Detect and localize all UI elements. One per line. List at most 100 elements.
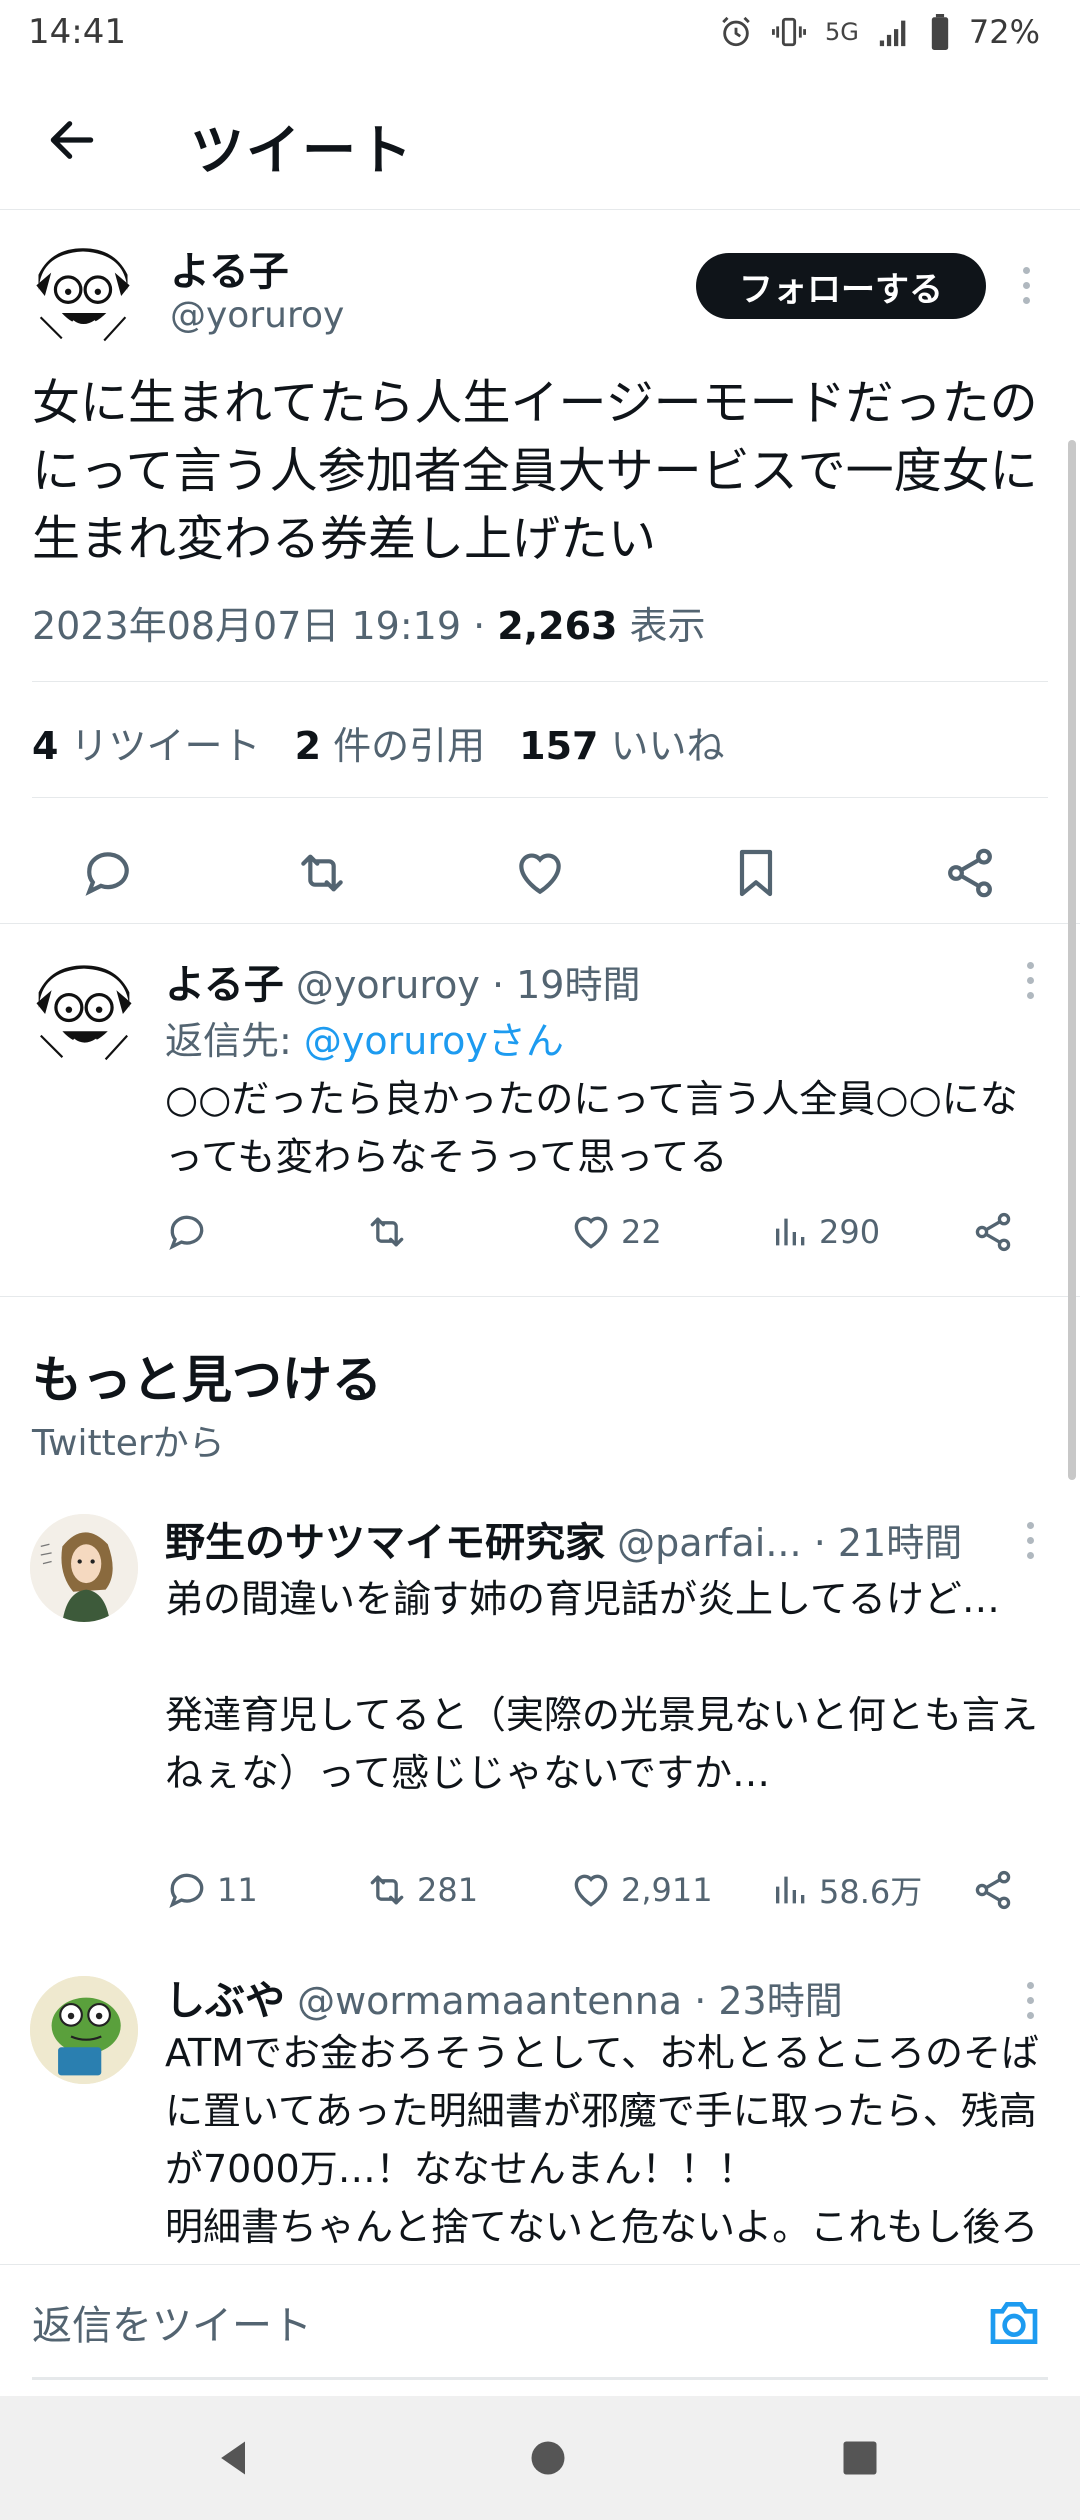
heart-icon: [574, 1874, 608, 1907]
share-button[interactable]: [942, 845, 998, 901]
cartoon-face-icon: [30, 960, 138, 1068]
back-arrow-icon: [50, 121, 94, 159]
reply-actions: 22 290: [165, 1204, 1045, 1260]
discover-header: 野生のサツマイモ研究家 @parfai... · 21時間: [165, 1510, 962, 1568]
heart-icon: [574, 1216, 608, 1249]
app-header: ツイート: [0, 68, 1080, 210]
views-chart-icon: [776, 1876, 805, 1904]
likes-stat[interactable]: 157 いいね: [519, 715, 724, 770]
more-options-icon[interactable]: [1016, 267, 1036, 304]
reply-icon: [169, 1215, 204, 1251]
discover-tweet[interactable]: しぶや @wormamaantenna · 23時間 ATMでお金おろそうとして…: [0, 1960, 1080, 2264]
like-button[interactable]: 22: [569, 1204, 662, 1260]
battery-icon: [929, 14, 951, 50]
discover-title: もっと見つける: [32, 1351, 382, 1409]
follow-button[interactable]: フォローする: [696, 253, 986, 319]
reply-icon: [85, 852, 129, 896]
circle-home-icon: [531, 2441, 565, 2475]
views-button[interactable]: 58.6万: [771, 1862, 922, 1918]
more-options-icon[interactable]: [1020, 1522, 1040, 1559]
more-options-icon[interactable]: [1020, 962, 1040, 999]
nav-back-button[interactable]: [212, 2436, 256, 2480]
views-chart-icon: [776, 1218, 805, 1246]
square-recents-icon: [843, 2441, 877, 2475]
retweets-stat[interactable]: 4 リツイート: [32, 715, 261, 770]
divider: [32, 797, 1048, 798]
retweet-icon: [370, 1875, 404, 1905]
reply-text: ○○だったら良かったのにって言う人全員○○になっても変わらなそうって思ってる: [165, 1077, 1018, 1179]
discover-handle: @wormamaantenna: [297, 1979, 683, 2023]
status-bar: 14:41 5G 72%: [0, 0, 1080, 68]
views-label: 表示: [629, 604, 706, 648]
illustrated-woman-icon: [30, 1514, 138, 1622]
triangle-back-icon: [221, 2441, 245, 2475]
tweet-date: 2023年08月07日 19:19 ·: [32, 604, 498, 648]
frog-reading-icon: [30, 1976, 138, 2084]
more-options-icon[interactable]: [1020, 1982, 1040, 2019]
author-name[interactable]: よる子: [170, 239, 289, 297]
alarm-icon: [719, 15, 753, 49]
scrollbar[interactable]: [1068, 440, 1076, 1480]
reply-author-avatar[interactable]: [30, 960, 138, 1068]
tweet-meta: 2023年08月07日 19:19 · 2,263 表示: [32, 595, 706, 650]
bookmark-icon: [739, 849, 773, 897]
cartoon-face-icon: [30, 243, 136, 349]
discover-author-avatar[interactable]: [30, 1976, 138, 2084]
section-divider: [0, 923, 1080, 924]
author-avatar[interactable]: [30, 243, 136, 349]
vibrate-icon: [771, 15, 807, 49]
discover-header: しぶや @wormamaantenna · 23時間: [165, 1968, 843, 2026]
tweet-actions: [0, 821, 1080, 921]
discover-text: ATMでお金おろそうとして、お札とるところのそばに置いてあった明細書が邪魔で手に…: [165, 2031, 1040, 2264]
heart-icon: [519, 853, 561, 895]
discover-subtitle: Twitterから: [32, 1423, 225, 1464]
nav-recents-button[interactable]: [838, 2436, 882, 2480]
reply-input-underline: [32, 2377, 1048, 2380]
share-button[interactable]: [971, 1862, 1015, 1918]
discover-author-avatar[interactable]: [30, 1514, 138, 1622]
retweet-icon: [370, 1217, 404, 1247]
page-title: ツイート: [190, 119, 414, 182]
nav-home-button[interactable]: [526, 2436, 570, 2480]
reply-icon: [169, 1873, 204, 1909]
retweet-button[interactable]: [365, 1204, 417, 1260]
discover-author-name[interactable]: しぶや: [165, 1978, 285, 2024]
reply-button[interactable]: 11: [165, 1862, 258, 1918]
reply-handle-time: @yoruroy · 19時間: [295, 963, 641, 1007]
share-button[interactable]: [971, 1204, 1015, 1260]
reply-header: よる子 @yoruroy · 19時間: [165, 952, 640, 1010]
share-icon: [975, 1870, 1011, 1910]
reply-to-link[interactable]: @yoruroyさん: [304, 1019, 564, 1063]
discover-time: · 21時間: [813, 1521, 963, 1565]
bookmark-button[interactable]: [728, 845, 784, 901]
reply-input[interactable]: 返信をツイート: [32, 2293, 932, 2353]
tweet-text: 女に生まれてたら人生イージーモードだったのにって言う人参加者全員大サービスで一度…: [32, 375, 1038, 567]
reply-compose-bar: 返信をツイート: [0, 2264, 1080, 2384]
camera-button[interactable]: [986, 2297, 1042, 2349]
reply-button[interactable]: [165, 1204, 217, 1260]
reply-button[interactable]: [80, 845, 136, 901]
status-icons: 5G 72%: [719, 12, 1040, 52]
views-count: 2,263: [497, 604, 618, 648]
tweet-stats: 4 リツイート 2 件の引用 157 いいね: [32, 715, 725, 770]
retweet-button[interactable]: [294, 845, 350, 901]
discover-time: · 23時間: [694, 1979, 843, 2023]
discover-author-name[interactable]: 野生のサツマイモ研究家: [165, 1520, 605, 1566]
retweet-button[interactable]: 281: [365, 1862, 478, 1918]
divider: [32, 681, 1048, 682]
camera-icon: [990, 2302, 1038, 2344]
section-divider: [0, 1296, 1080, 1297]
retweet-icon: [301, 854, 343, 892]
views-button[interactable]: 290: [771, 1204, 880, 1260]
status-time: 14:41: [28, 12, 126, 52]
like-button[interactable]: 2,911: [569, 1862, 713, 1918]
reply-author-name[interactable]: よる子: [165, 962, 284, 1008]
signal-icon: [877, 15, 911, 49]
quotes-stat[interactable]: 2 件の引用: [295, 715, 486, 770]
share-icon: [975, 1212, 1011, 1252]
back-button[interactable]: [44, 112, 100, 168]
reply-to: 返信先: @yoruroyさん: [165, 1019, 564, 1063]
system-nav-bar: [0, 2396, 1080, 2520]
like-button[interactable]: [512, 845, 568, 901]
author-handle[interactable]: @yoruroy: [170, 295, 344, 336]
